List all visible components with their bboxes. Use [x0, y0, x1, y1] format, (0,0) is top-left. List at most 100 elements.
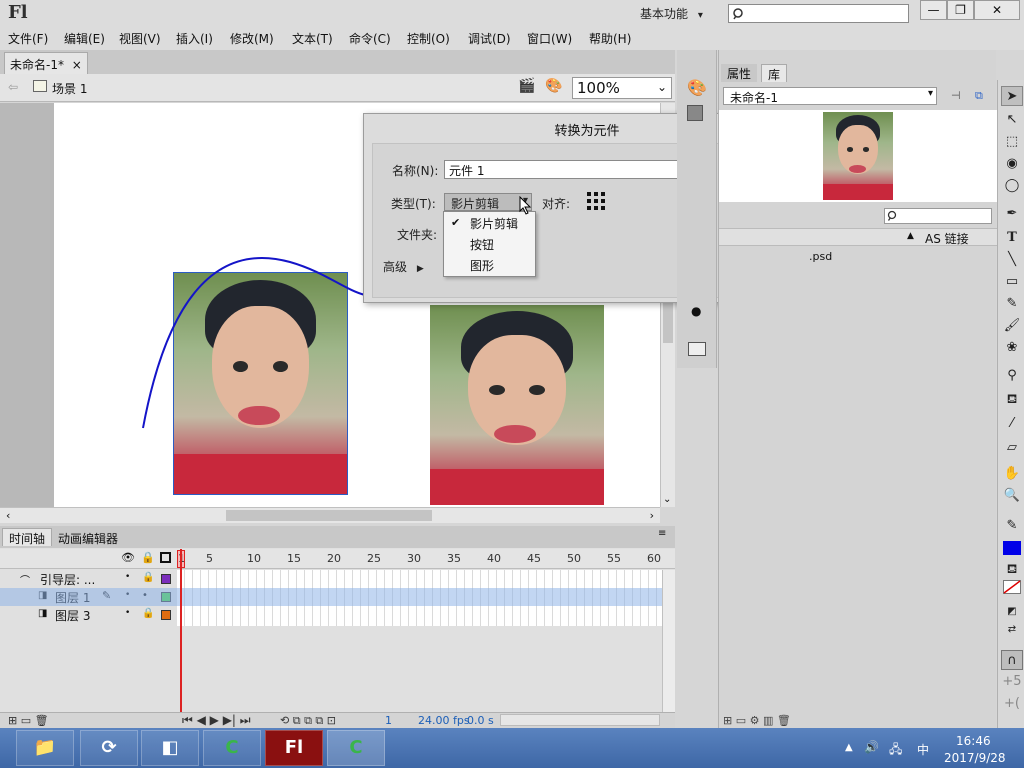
library-document-select[interactable]: 未命名-1 ▾ — [723, 87, 937, 105]
menu-view[interactable]: 视图(V) — [119, 30, 161, 47]
smooth-icon[interactable]: +5 — [1001, 672, 1023, 692]
taskbar-camtasia-recorder[interactable]: C — [327, 730, 385, 766]
taskbar-flash[interactable]: Fl — [265, 730, 323, 766]
back-arrow-icon[interactable]: ⇦ — [8, 80, 18, 94]
scroll-right-icon[interactable]: › — [650, 509, 654, 522]
tab-properties[interactable]: 属性 — [721, 64, 758, 82]
type-option-movieclip[interactable]: 影片剪辑 — [470, 215, 518, 232]
outline-icon[interactable] — [160, 552, 171, 563]
menu-window[interactable]: 窗口(W) — [527, 30, 572, 47]
scroll-left-icon[interactable]: ‹ — [6, 509, 10, 522]
menu-control[interactable]: 控制(O) — [407, 30, 450, 47]
timeline-vertical-scrollbar[interactable] — [662, 570, 675, 712]
bone-tool-icon[interactable]: ⚲ — [1001, 366, 1023, 386]
fill-color-icon[interactable]: ⛾ — [1001, 560, 1023, 580]
motion-presets-icon[interactable] — [688, 342, 706, 356]
3d-rotation-tool-icon[interactable]: ◉ — [1001, 154, 1023, 174]
menu-insert[interactable]: 插入(I) — [176, 30, 213, 47]
current-frame[interactable]: 1 — [385, 714, 392, 727]
components-icon[interactable]: ● — [691, 304, 701, 318]
color-palette-icon[interactable]: 🎨 — [687, 78, 707, 97]
zoom-select[interactable]: 100% ⌄ — [572, 77, 672, 99]
eraser-tool-icon[interactable]: ▱ — [1001, 438, 1023, 458]
taskbar-browser[interactable]: ⟳ — [80, 730, 138, 766]
stroke-color-icon[interactable]: ✎ — [1001, 516, 1023, 536]
lock-toggle[interactable]: 🔒 — [142, 608, 154, 619]
network-icon[interactable]: 🖧 — [889, 740, 902, 761]
registration-grid-icon[interactable] — [585, 190, 609, 214]
menu-help[interactable]: 帮助(H) — [589, 30, 631, 47]
tab-motion-editor[interactable]: 动画编辑器 — [52, 529, 124, 547]
edit-scene-icon[interactable]: 🎨 — [545, 78, 562, 94]
snap-to-objects-icon[interactable]: ∩ — [1001, 650, 1023, 670]
bitmap-image[interactable] — [430, 305, 604, 505]
sort-arrow-icon[interactable]: ▲ — [907, 231, 914, 241]
stage-horizontal-scrollbar[interactable]: ‹ › — [0, 507, 660, 523]
tray-date[interactable]: 2017/9/28 — [944, 751, 1006, 765]
layer-name[interactable]: 引导层: ... — [40, 571, 95, 588]
playhead[interactable] — [180, 549, 182, 717]
lock-icon[interactable]: 🔒 — [141, 551, 155, 564]
menu-commands[interactable]: 命令(C) — [349, 30, 391, 47]
close-button[interactable]: ✕ — [974, 0, 1020, 20]
library-item[interactable]: .psd — [809, 250, 832, 263]
menu-file[interactable]: 文件(F) — [8, 30, 48, 47]
library-new-symbol-icon[interactable]: ⊞ ▭ ⚙ ▥ 🗑 — [723, 714, 791, 727]
swap-colors-icon[interactable]: ⇄ — [1001, 620, 1023, 640]
taskbar-explorer[interactable]: 📁 — [16, 730, 74, 766]
eyedropper-tool-icon[interactable]: ⁄ — [1001, 414, 1023, 434]
subselection-tool-icon[interactable]: ↖ — [1001, 110, 1023, 130]
deco-tool-icon[interactable]: ❀ — [1001, 338, 1023, 358]
volume-icon[interactable]: 🔊 — [864, 740, 879, 754]
scroll-down-icon[interactable]: ⌄ — [663, 494, 671, 505]
layer-row[interactable]: ⌒ 引导层: ... • 🔒 — [0, 570, 176, 588]
document-tab[interactable]: 未命名-1* × — [4, 52, 88, 74]
fill-color-swatch[interactable] — [1001, 580, 1023, 600]
visibility-toggle[interactable]: • — [125, 572, 130, 582]
lasso-tool-icon[interactable]: ◯ — [1001, 176, 1023, 196]
playback-controls-icon[interactable]: ⏮ ◀ ▶ ▶| ⏭ — [182, 713, 251, 728]
zoom-tool-icon[interactable]: 🔍 — [1001, 486, 1023, 506]
minimize-button[interactable]: — — [920, 0, 947, 20]
help-search-input[interactable] — [728, 4, 909, 23]
scroll-thumb[interactable] — [226, 510, 432, 521]
layer-color-swatch[interactable] — [161, 574, 171, 584]
line-tool-icon[interactable]: ╲ — [1001, 250, 1023, 270]
type-option-graphic[interactable]: 图形 — [470, 257, 494, 274]
onion-skin-icon[interactable]: ⟲ ⧉ ⧉ ⧉ ⊡ — [280, 714, 336, 728]
eye-icon[interactable]: 👁 — [121, 551, 135, 564]
text-tool-icon[interactable]: T — [1001, 228, 1023, 248]
symbol-name-input[interactable]: 元件 1 — [444, 160, 683, 179]
tray-time[interactable]: 16:46 — [956, 734, 991, 748]
brush-tool-icon[interactable]: 🖌 — [1001, 316, 1023, 336]
maximize-button[interactable]: ❐ — [947, 0, 974, 20]
layer-color-swatch[interactable] — [161, 610, 171, 620]
black-white-icon[interactable]: ◩ — [1001, 602, 1023, 622]
guide-path[interactable] — [140, 250, 380, 440]
pen-tool-icon[interactable]: ✒ — [1001, 204, 1023, 224]
menu-edit[interactable]: 编辑(E) — [64, 30, 105, 47]
rectangle-tool-icon[interactable]: ▭ — [1001, 272, 1023, 292]
elapsed-time[interactable]: 0.0 s — [467, 714, 494, 727]
tab-library[interactable]: 库 — [761, 64, 788, 82]
paint-bucket-tool-icon[interactable]: ⛾ — [1001, 390, 1023, 410]
tray-expand-icon[interactable]: ▲ — [845, 742, 853, 753]
layer-row[interactable]: ◨ 图层 3 • 🔒 — [0, 606, 176, 624]
panel-menu-icon[interactable]: ≡ — [658, 528, 666, 539]
close-icon[interactable]: × — [72, 58, 82, 72]
swatches-icon[interactable] — [687, 105, 703, 121]
selection-tool-icon[interactable]: ➤ — [1001, 86, 1023, 106]
free-transform-tool-icon[interactable]: ⬚ — [1001, 132, 1023, 152]
new-library-panel-icon[interactable]: ⧉ — [975, 89, 983, 103]
straighten-icon[interactable]: +( — [1001, 694, 1023, 714]
tab-timeline[interactable]: 时间轴 — [2, 528, 53, 546]
scene-label[interactable]: 场景 1 — [52, 80, 87, 97]
timeline-horizontal-scrollbar[interactable] — [500, 714, 660, 726]
workspace-switcher[interactable]: 基本功能 ▾ — [640, 5, 703, 21]
stroke-color-swatch[interactable] — [1001, 538, 1023, 558]
pencil-tool-icon[interactable]: ✎ — [1001, 294, 1023, 314]
menu-debug[interactable]: 调试(D) — [468, 30, 511, 47]
library-search-input[interactable] — [884, 208, 992, 224]
menu-text[interactable]: 文本(T) — [292, 30, 333, 47]
taskbar-camtasia[interactable]: C — [203, 730, 261, 766]
